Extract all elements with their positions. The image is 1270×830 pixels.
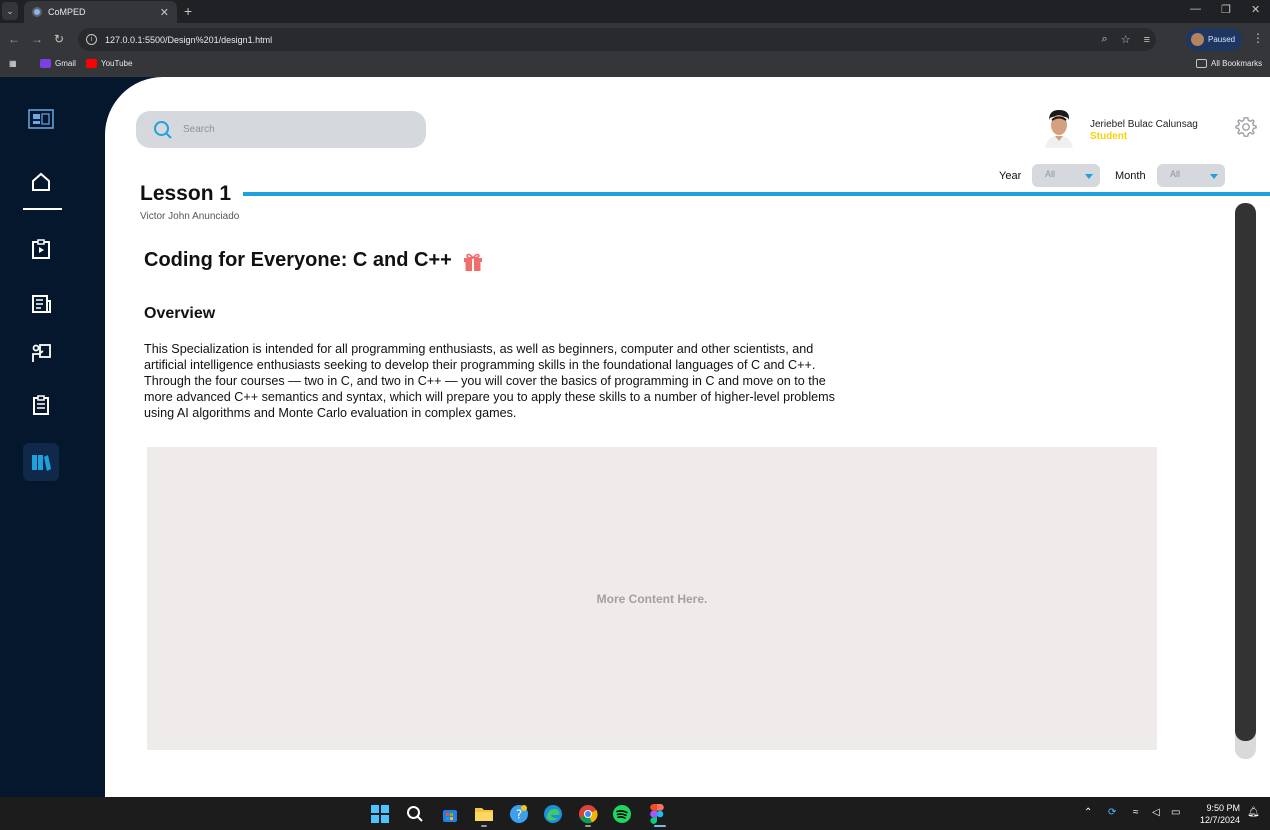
all-bookmarks-label: All Bookmarks bbox=[1211, 59, 1263, 68]
figma-icon[interactable] bbox=[647, 804, 667, 824]
close-icon[interactable]: ✕ bbox=[160, 6, 169, 19]
clock-time: 9:50 PM bbox=[1206, 803, 1240, 813]
browser-toolbar: ← → ↻ i 127.0.0.1:5500/Design%201/design… bbox=[0, 23, 1270, 56]
home-icon[interactable] bbox=[23, 164, 59, 200]
all-bookmarks[interactable]: All Bookmarks bbox=[1196, 59, 1262, 68]
month-value: All bbox=[1170, 169, 1181, 179]
content-placeholder: More Content Here. bbox=[147, 447, 1157, 750]
month-select[interactable]: All bbox=[1157, 164, 1225, 187]
youtube-icon bbox=[86, 59, 97, 68]
reload-button[interactable]: ↻ bbox=[54, 32, 64, 46]
video-clipboard-icon[interactable] bbox=[23, 231, 59, 267]
sync-icon[interactable]: ⟳ bbox=[1108, 807, 1116, 818]
tab-search-button[interactable]: ⌄ bbox=[2, 2, 18, 20]
gift-icon[interactable] bbox=[462, 250, 484, 272]
clock[interactable]: 9:50 PM 12/7/2024 bbox=[1196, 802, 1240, 826]
active-indicator bbox=[23, 208, 62, 210]
apps-grid-icon[interactable]: ▦ bbox=[9, 59, 17, 68]
bookmark-gmail[interactable]: Gmail bbox=[40, 59, 76, 68]
year-label: Year bbox=[999, 170, 1022, 182]
notification-bell-icon[interactable]: 🔔︎ bbox=[1247, 807, 1260, 818]
forward-button[interactable]: → bbox=[31, 32, 43, 46]
speaker-icon[interactable]: ◁ bbox=[1152, 807, 1160, 818]
library-books-icon[interactable] bbox=[23, 443, 59, 481]
clipboard-icon[interactable] bbox=[23, 387, 59, 423]
windows-start-icon[interactable] bbox=[370, 804, 390, 824]
newspaper-icon[interactable] bbox=[23, 286, 59, 322]
edge-icon[interactable] bbox=[543, 804, 563, 824]
month-label: Month bbox=[1115, 170, 1146, 182]
year-value: All bbox=[1045, 169, 1056, 179]
clock-date: 12/7/2024 bbox=[1199, 815, 1240, 825]
year-select[interactable]: All bbox=[1032, 164, 1100, 187]
site-info-icon[interactable]: i bbox=[86, 34, 97, 45]
avatar bbox=[1045, 110, 1073, 148]
bookmark-label: YouTube bbox=[101, 59, 133, 68]
reading-list-icon[interactable]: ≡ bbox=[1144, 34, 1150, 46]
chrome-icon[interactable] bbox=[578, 804, 598, 824]
new-tab-button[interactable]: + bbox=[184, 2, 192, 20]
svg-text:?: ? bbox=[516, 808, 522, 822]
running-indicator bbox=[481, 825, 487, 827]
spotify-icon[interactable] bbox=[612, 804, 632, 824]
user-name: Jeriebel Bulac Calunsag bbox=[1090, 119, 1198, 130]
search-icon bbox=[154, 120, 172, 139]
battery-icon[interactable]: ▭ bbox=[1171, 807, 1180, 818]
overview-description: This Specialization is intended for all … bbox=[144, 342, 835, 420]
active-indicator bbox=[654, 825, 666, 827]
browser-tab[interactable]: CoMPED ✕ bbox=[24, 1, 177, 23]
scrollbar-thumb[interactable] bbox=[1235, 203, 1256, 741]
app: Search Jeriebel Bulac Calunsag Student Y… bbox=[0, 77, 1270, 797]
more-content-label: More Content Here. bbox=[596, 591, 708, 606]
course-title: Coding for Everyone: C and C++ bbox=[144, 249, 484, 272]
lesson-divider bbox=[243, 192, 1270, 196]
chevron-down-icon bbox=[1085, 174, 1093, 179]
search-icon[interactable] bbox=[405, 804, 425, 824]
scrollbar-track[interactable] bbox=[1235, 203, 1256, 759]
minimize-button[interactable]: — bbox=[1190, 3, 1201, 15]
chevron-down-icon bbox=[1210, 174, 1218, 179]
bookmark-star-icon[interactable]: ☆ bbox=[1121, 33, 1131, 46]
zoom-icon[interactable]: ⌕ bbox=[1102, 33, 1108, 46]
sidebar bbox=[0, 77, 105, 797]
lesson-title: Lesson 1 bbox=[140, 182, 232, 205]
bookmark-label: Gmail bbox=[55, 59, 76, 68]
back-button[interactable]: ← bbox=[8, 32, 20, 46]
search-bar[interactable]: Search bbox=[136, 111, 426, 148]
course-title-text: Coding for Everyone: C and C++ bbox=[144, 249, 452, 271]
file-explorer-icon[interactable] bbox=[474, 804, 494, 824]
browser-menu-icon[interactable]: ⋮ bbox=[1252, 31, 1264, 45]
url-text: 127.0.0.1:5500/Design%201/design1.html bbox=[105, 34, 273, 45]
tab-title: CoMPED bbox=[48, 7, 86, 17]
teacher-board-icon[interactable] bbox=[23, 335, 59, 371]
help-icon[interactable]: ? bbox=[509, 804, 529, 824]
taskbar: ? ⌃ ⟳ ≈ ◁ ▭ 9:50 PM 12/7/2024 🔔︎ bbox=[0, 797, 1270, 830]
wifi-icon[interactable]: ≈ bbox=[1133, 807, 1139, 818]
search-input[interactable]: Search bbox=[183, 124, 215, 135]
globe-icon bbox=[32, 7, 42, 17]
browser-tab-bar: ⌄ CoMPED ✕ + — ❐ ✕ bbox=[0, 0, 1270, 23]
profile-label: Paused bbox=[1208, 35, 1236, 44]
profile-button[interactable]: Paused bbox=[1186, 28, 1242, 51]
folder-icon bbox=[1196, 59, 1207, 68]
store-icon[interactable] bbox=[440, 804, 460, 824]
main-content: Search Jeriebel Bulac Calunsag Student Y… bbox=[105, 77, 1270, 797]
user-role: Student bbox=[1090, 131, 1128, 142]
address-bar[interactable]: i 127.0.0.1:5500/Design%201/design1.html… bbox=[78, 28, 1156, 51]
logo-icon[interactable] bbox=[23, 101, 59, 137]
running-indicator bbox=[585, 825, 591, 827]
restore-button[interactable]: ❐ bbox=[1221, 3, 1231, 16]
window-close-button[interactable]: ✕ bbox=[1251, 3, 1260, 16]
bookmark-youtube[interactable]: YouTube bbox=[86, 59, 132, 68]
profile-avatar bbox=[1191, 33, 1204, 46]
bookmarks-bar: ▦ Gmail YouTube All Bookmarks bbox=[0, 56, 1270, 77]
yahoo-icon bbox=[40, 59, 51, 68]
chevron-up-icon[interactable]: ⌃ bbox=[1084, 807, 1092, 818]
lesson-author: Victor John Anunciado bbox=[140, 211, 240, 222]
gear-icon[interactable] bbox=[1235, 116, 1257, 138]
overview-heading: Overview bbox=[144, 305, 216, 322]
